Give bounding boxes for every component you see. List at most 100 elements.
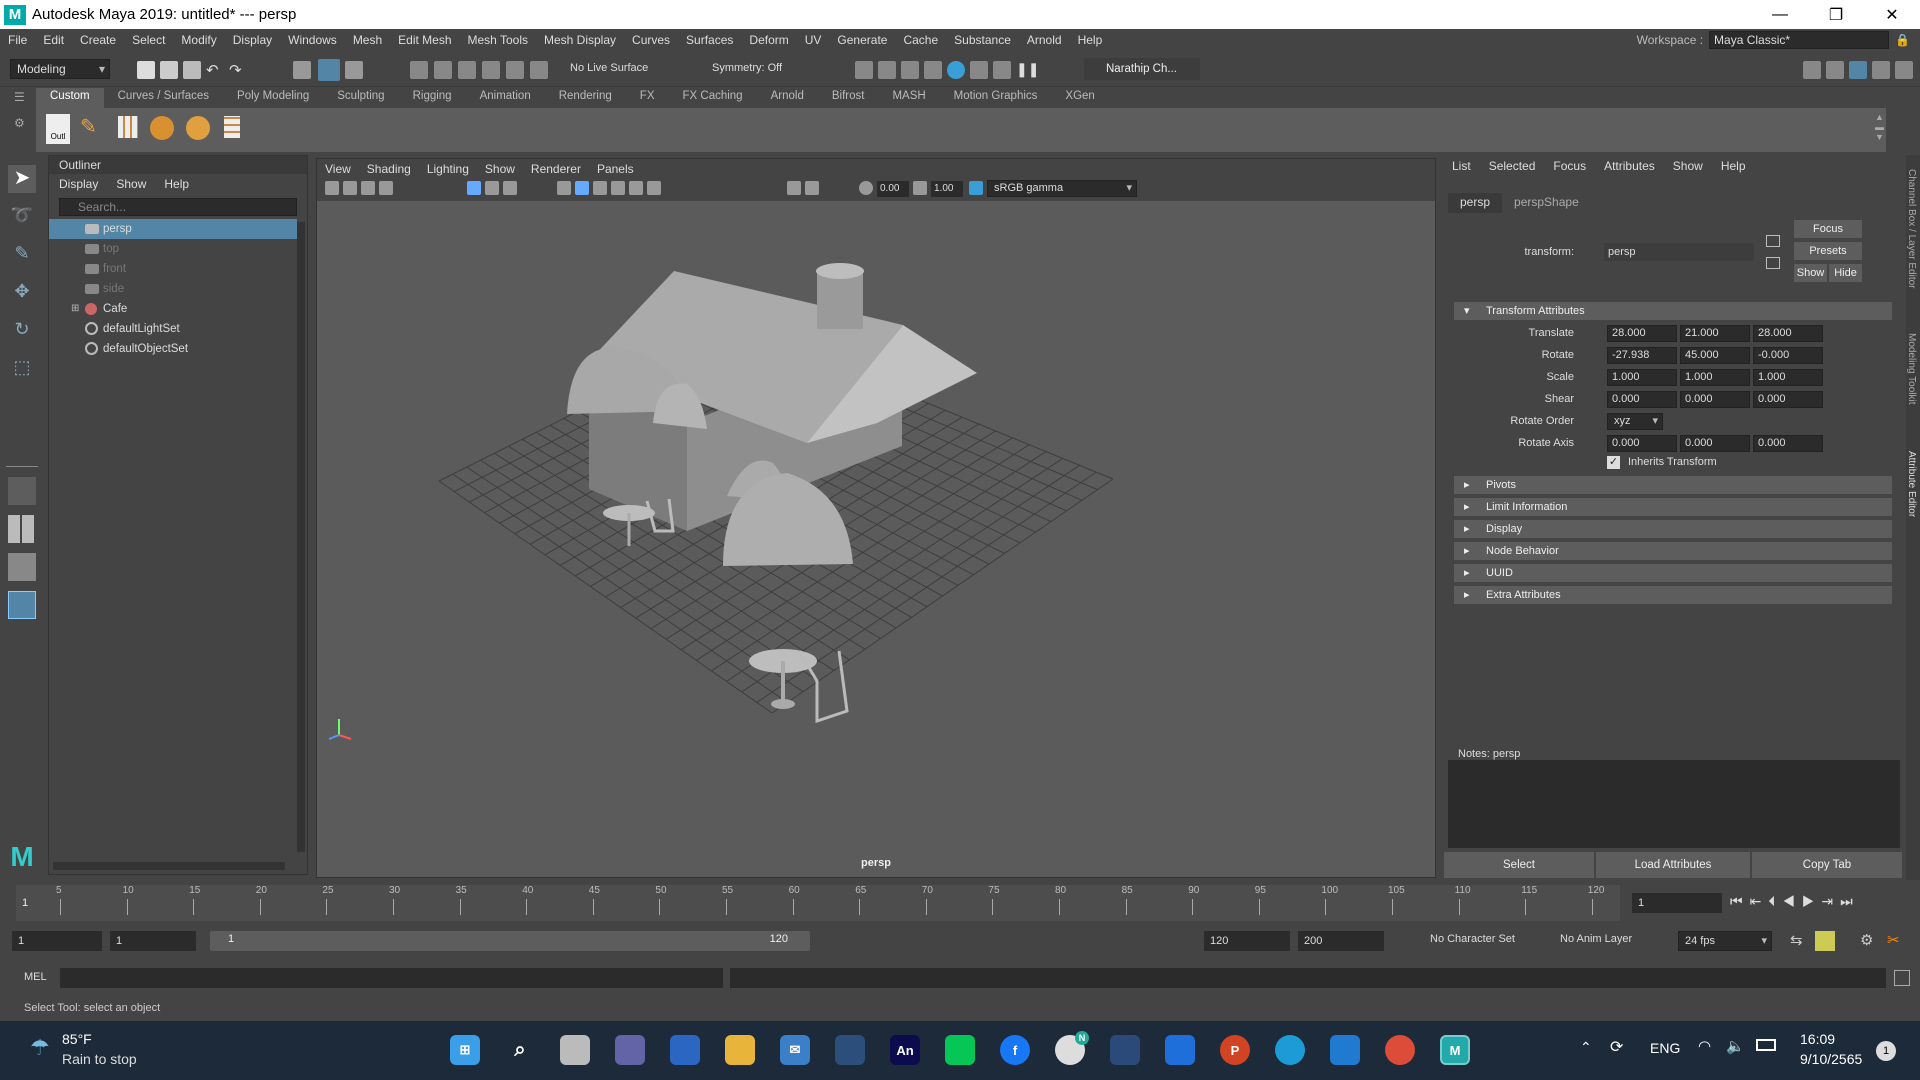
codeblocks-icon[interactable] — [1110, 1035, 1140, 1065]
ae-menu-attributes[interactable]: Attributes — [1604, 159, 1655, 173]
snap-view-icon[interactable] — [482, 61, 500, 79]
step-forward-key-icon[interactable]: ⇥ — [1821, 893, 1840, 909]
isolate-select-icon[interactable] — [787, 181, 801, 195]
undo-icon[interactable]: ↶ — [206, 61, 224, 79]
shelf-tab-curves-surfaces[interactable]: Curves / Surfaces — [104, 88, 223, 108]
volume-icon[interactable]: 🔈 — [1726, 1037, 1745, 1055]
mail-icon[interactable]: ✉ — [780, 1035, 810, 1065]
snap-surface-icon[interactable] — [506, 61, 524, 79]
outliner-menu-show[interactable]: Show — [116, 177, 146, 191]
input-connection-icon[interactable] — [1766, 235, 1780, 247]
playback-start-field[interactable]: 1 — [110, 931, 196, 951]
section-transform-attributes[interactable]: Transform Attributes — [1454, 302, 1892, 320]
snap-curve-icon[interactable] — [434, 61, 452, 79]
scale-tool-icon[interactable]: ⬚ — [8, 357, 36, 385]
time-slider[interactable]: 1 5 10 15 20 25 30 35 40 45 50 55 60 65 70 75 80 85 90 95 1… — [16, 885, 1620, 921]
shear-z-field[interactable]: 0.000 — [1753, 391, 1823, 408]
film-gate-icon[interactable] — [485, 181, 499, 195]
store-icon[interactable] — [670, 1035, 700, 1065]
open-scene-icon[interactable] — [160, 61, 178, 79]
task-view-icon[interactable] — [560, 1035, 590, 1065]
render-view-icon[interactable] — [970, 61, 988, 79]
ae-tab-perspshape[interactable]: perspShape — [1502, 193, 1591, 213]
go-to-start-icon[interactable]: ⏮ — [1730, 893, 1750, 909]
ae-menu-selected[interactable]: Selected — [1489, 159, 1536, 173]
shear-x-field[interactable]: 0.000 — [1607, 391, 1677, 408]
symmetry-field[interactable]: Symmetry: Off — [712, 62, 782, 74]
shelf-settings-icon[interactable]: ⚙ — [14, 116, 32, 130]
playback-end-field[interactable]: 120 — [1204, 931, 1290, 951]
inherits-transform-checkbox[interactable]: ✓ — [1607, 456, 1620, 469]
notes-textarea[interactable] — [1448, 760, 1900, 848]
render-sequence-icon[interactable] — [993, 61, 1011, 79]
shadows-icon[interactable] — [647, 181, 661, 195]
script-editor-icon[interactable] — [1894, 970, 1910, 986]
tile-icon[interactable] — [224, 116, 240, 138]
play-forward-icon[interactable]: ▶ — [1802, 893, 1822, 909]
gamma-icon[interactable] — [913, 181, 927, 195]
menu-create[interactable]: Create — [72, 33, 124, 47]
snap-point-icon[interactable] — [458, 61, 476, 79]
paint-select-icon[interactable]: ✎ — [8, 243, 36, 271]
go-to-end-icon[interactable]: ⏭ — [1840, 893, 1860, 909]
menu-help[interactable]: Help — [1070, 33, 1111, 47]
image-plane-icon[interactable] — [379, 181, 393, 195]
vscode-icon[interactable] — [1330, 1035, 1360, 1065]
translate-x-field[interactable]: 28.000 — [1607, 325, 1677, 342]
powerpoint-icon[interactable]: P — [1220, 1035, 1250, 1065]
shelf-tab-xgen[interactable]: XGen — [1051, 88, 1108, 108]
wifi-icon[interactable]: ◠ — [1698, 1037, 1711, 1055]
weather-temp[interactable]: 85°F — [62, 1031, 92, 1047]
load-attributes-button[interactable]: Load Attributes — [1596, 852, 1750, 878]
pencil-icon[interactable]: ✎ — [80, 114, 106, 140]
menu-windows[interactable]: Windows — [280, 33, 345, 47]
render-settings-icon[interactable] — [901, 61, 919, 79]
weather-desc[interactable]: Rain to stop — [62, 1051, 137, 1067]
shelf-tab-mash[interactable]: MASH — [878, 88, 939, 108]
camera-select-icon[interactable] — [325, 181, 339, 195]
tool-settings-icon[interactable] — [1872, 61, 1890, 79]
snap-grid-icon[interactable] — [410, 61, 428, 79]
exposure-field[interactable]: 0.00 — [877, 181, 909, 197]
ae-menu-show[interactable]: Show — [1673, 159, 1703, 173]
expand-plus-icon[interactable]: ⊞ — [71, 299, 79, 319]
presets-button[interactable]: Presets — [1794, 242, 1862, 260]
persp-outliner-layout-icon[interactable] — [8, 553, 36, 581]
menu-generate[interactable]: Generate — [829, 33, 895, 47]
ae-menu-list[interactable]: List — [1452, 159, 1471, 173]
shelf-tab-rigging[interactable]: Rigging — [399, 88, 466, 108]
xray-icon[interactable] — [805, 181, 819, 195]
battery-icon[interactable] — [1756, 1039, 1776, 1051]
outliner-item-side[interactable]: side — [49, 279, 297, 299]
shelf-scroll-arrows[interactable]: ▲ ▬ ▼ — [1875, 112, 1884, 142]
layer-merge-icon[interactable] — [186, 116, 210, 140]
move-tool-icon[interactable]: ✥ — [8, 281, 36, 309]
line-icon[interactable] — [945, 1035, 975, 1065]
shelf-tab-fx-caching[interactable]: FX Caching — [669, 88, 757, 108]
viewport-menu-renderer[interactable]: Renderer — [531, 159, 581, 179]
viewport-menu-shading[interactable]: Shading — [367, 159, 411, 179]
rotate-tool-icon[interactable]: ↻ — [8, 319, 36, 347]
shelf-tab-animation[interactable]: Animation — [466, 88, 545, 108]
chrome-profile-icon[interactable]: N — [1055, 1031, 1089, 1065]
play-backward-icon[interactable]: ◀ — [1782, 893, 1802, 909]
focus-button[interactable]: Focus — [1794, 220, 1862, 238]
camera-attributes-icon[interactable] — [343, 181, 357, 195]
section-node-behavior[interactable]: Node Behavior — [1454, 542, 1892, 560]
menu-uv[interactable]: UV — [797, 33, 830, 47]
rotate-z-field[interactable]: -0.000 — [1753, 347, 1823, 364]
sync-icon[interactable]: ⟳ — [1610, 1037, 1623, 1057]
shelf-tab-arnold[interactable]: Arnold — [757, 88, 818, 108]
translate-y-field[interactable]: 21.000 — [1680, 325, 1750, 342]
lasso-tool-icon[interactable]: ➰ — [8, 205, 36, 233]
user-account-button[interactable]: Narathip Ch... — [1084, 58, 1200, 80]
section-extra-attributes[interactable]: Extra Attributes — [1454, 586, 1892, 604]
menu-mesh-tools[interactable]: Mesh Tools — [460, 33, 536, 47]
four-view-layout-icon[interactable] — [8, 515, 36, 543]
pause-icon[interactable]: ❚❚ — [1016, 61, 1039, 79]
outliner-item-defaultlightset[interactable]: defaultLightSet — [49, 319, 297, 339]
menu-cache[interactable]: Cache — [895, 33, 946, 47]
menu-edit[interactable]: Edit — [35, 33, 72, 47]
outliner-search-input[interactable]: Search... — [59, 198, 297, 216]
animation-end-field[interactable]: 200 — [1298, 931, 1384, 951]
